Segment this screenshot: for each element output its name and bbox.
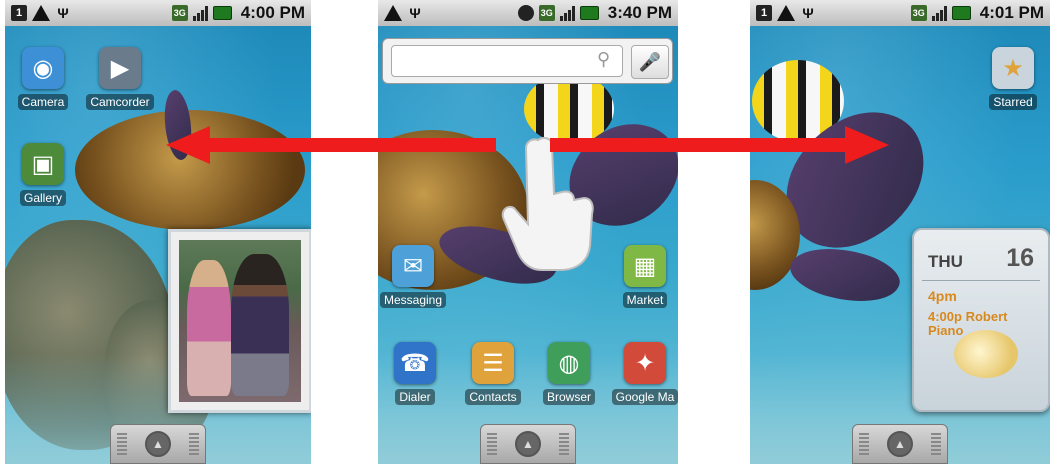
drawer-grip [931,433,941,457]
3g-icon: 3G [910,5,927,21]
swipe-left-arrow [208,138,496,152]
search-icon[interactable]: ⚲ [597,49,610,70]
notification-count-icon: 1 [11,5,27,21]
chevron-up-icon: ▲ [887,431,913,457]
app-browser[interactable]: ◍ Browser [534,342,604,406]
app-label: Starred [989,94,1037,110]
app-messaging[interactable]: ✉ Messaging [378,245,448,309]
photo-person [231,254,289,396]
battery-icon [212,6,232,20]
drawer-grip [117,433,127,457]
home-screen-left: 1 Ψ 3G 4:00 PM ◉ Camera ▶ Camcorder ▣ Ga… [5,0,311,464]
usb-icon: Ψ [57,5,69,21]
app-label: Camera [17,94,69,110]
notification-count-icon: 1 [756,5,772,21]
camera-icon: ◉ [22,47,64,89]
warning-icon [384,5,402,21]
app-label: Camcorder [86,94,154,110]
status-bar: 1 Ψ 3G 4:00 PM [5,0,311,26]
search-widget: ⚲ 🎤 [382,38,673,84]
app-label: Messaging [379,292,447,308]
swipe-right-arrow [550,138,846,152]
app-google-maps[interactable]: ✦ Google Ma [610,342,678,406]
drawer-grip [859,433,869,457]
status-bar: 1 Ψ 3G 4:01 PM [750,0,1050,26]
voice-search-button[interactable]: 🎤 [631,45,669,79]
warning-icon [777,5,795,21]
app-drawer-button[interactable]: ▲ [852,424,948,464]
3g-icon: 3G [171,5,188,21]
swipe-left-arrow-head [166,126,210,164]
app-gallery[interactable]: ▣ Gallery [8,143,78,207]
drawer-grip [559,433,569,457]
status-bar: Ψ 3G 3:40 PM [378,0,678,26]
app-camera[interactable]: ◉ Camera [8,47,78,111]
app-contacts[interactable]: ☰ Contacts [458,342,528,406]
signal-icon [931,5,947,21]
status-time: 4:00 PM [240,3,305,22]
search-input[interactable] [391,45,623,77]
app-label: Dialer [395,389,435,405]
dialer-icon: ☎ [394,342,436,384]
calendar-divider [922,280,1040,281]
app-market[interactable]: ▦ Market [610,245,678,309]
maps-icon: ✦ [624,342,666,384]
app-drawer-button[interactable]: ▲ [480,424,576,464]
app-label: Gallery [19,190,66,206]
messaging-icon: ✉ [392,245,434,287]
chevron-up-icon: ▲ [145,431,171,457]
chevron-up-icon: ▲ [515,431,541,457]
app-label: Browser [542,389,595,405]
usb-icon: Ψ [802,5,814,21]
app-label: Market [622,292,668,308]
camcorder-icon: ▶ [99,47,141,89]
photo-person [187,260,231,396]
app-dialer[interactable]: ☎ Dialer [380,342,450,406]
warning-icon [32,5,50,21]
contacts-icon: ☰ [472,342,514,384]
market-icon: ▦ [624,245,666,287]
home-screen-center: Ψ 3G 3:40 PM ⚲ 🎤 ✉ Messaging ▦ Market ☎ … [378,0,678,464]
calendar-date: 16 [1006,244,1034,272]
browser-icon: ◍ [548,342,590,384]
calendar-fish-decoration [954,330,1018,378]
starred-contact-icon: ★ [992,47,1034,89]
calendar-day: THU [928,252,963,271]
calendar-widget[interactable]: THU 16 4pm 4:00p Robert Piano [912,228,1050,412]
photo-frame-widget[interactable] [168,229,311,413]
home-screen-right: 1 Ψ 3G 4:01 PM ★ Starred THU 16 4pm 4:00… [750,0,1050,464]
microphone-icon: 🎤 [638,51,662,72]
battery-icon [951,6,971,20]
battery-icon [579,6,599,20]
3g-icon: 3G [538,5,555,21]
app-label: Google Ma [611,389,678,405]
sync-icon [517,5,534,21]
gallery-icon: ▣ [22,143,64,185]
signal-icon [559,5,575,21]
drawer-grip [487,433,497,457]
swipe-hand-icon [501,137,594,271]
calendar-event-time: 4pm [928,288,957,304]
status-time: 3:40 PM [607,3,672,22]
app-label: Contacts [465,389,521,405]
app-drawer-button[interactable]: ▲ [110,424,206,464]
drawer-grip [189,433,199,457]
status-time: 4:01 PM [979,3,1044,22]
swipe-right-arrow-head [845,126,889,164]
photo-image [179,240,301,402]
app-starred[interactable]: ★ Starred [978,47,1048,111]
app-camcorder[interactable]: ▶ Camcorder [85,47,155,111]
usb-icon: Ψ [409,5,421,21]
signal-icon [192,5,208,21]
